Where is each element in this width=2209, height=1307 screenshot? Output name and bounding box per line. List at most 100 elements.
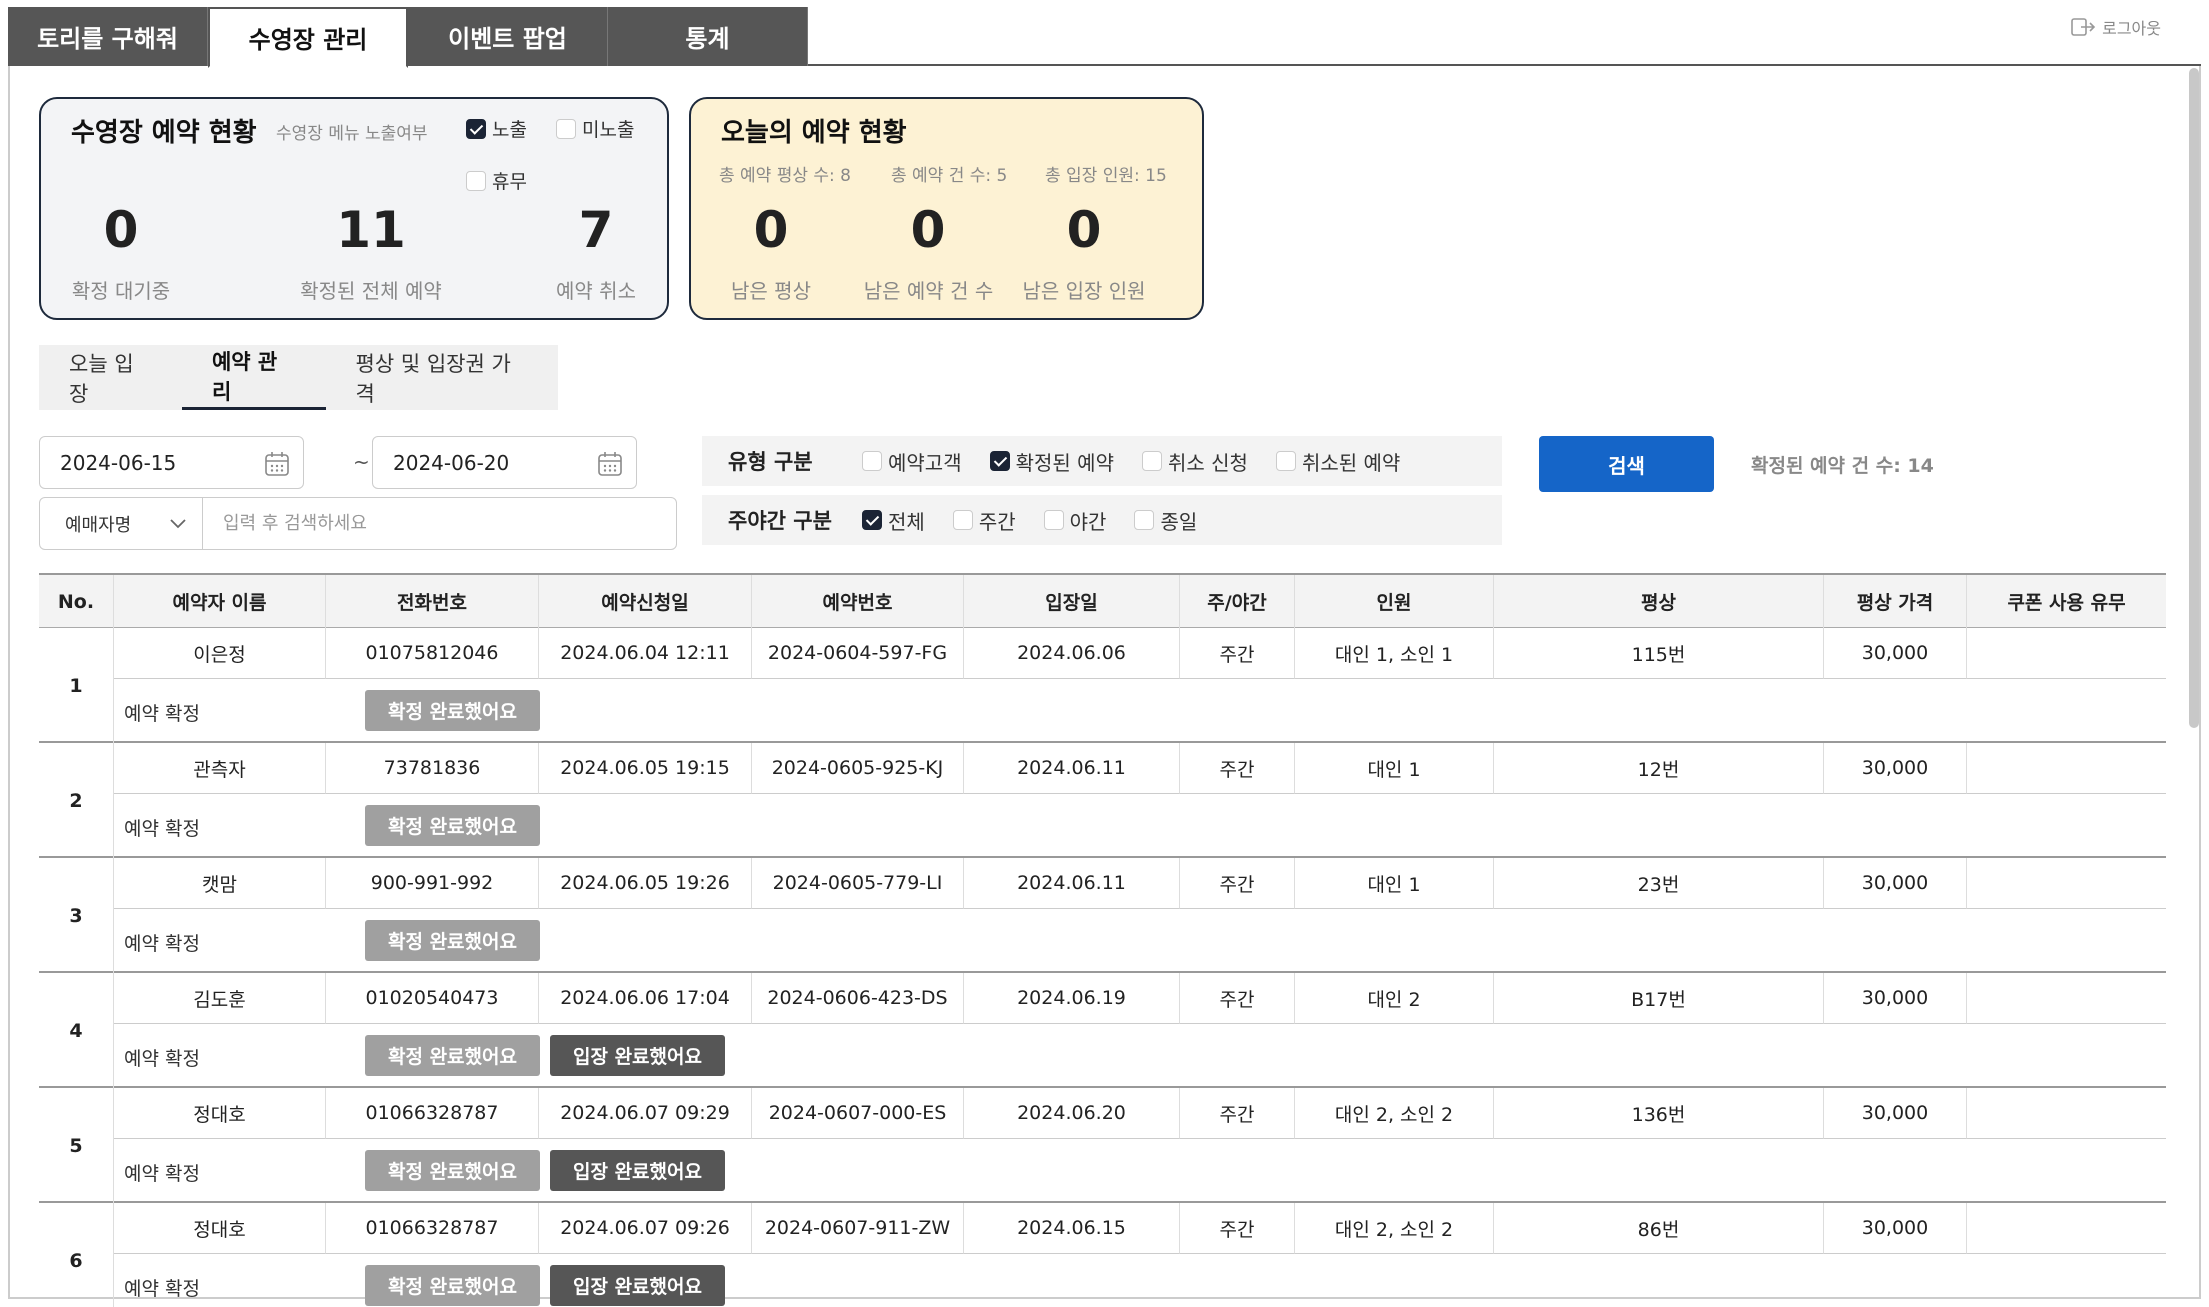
entry-done-button[interactable]: 입장 완료했어요 [550,1265,725,1306]
confirm-done-button[interactable]: 확정 완료했어요 [365,1035,540,1076]
opt-cancel-request[interactable]: 취소 신청 [1141,447,1248,476]
tab-statistics[interactable]: 통계 [608,7,808,66]
cell-no: 5 [39,1088,114,1203]
remaining-seats-value: 0 [753,201,789,259]
opt-cancelled[interactable]: 취소된 예약 [1275,447,1400,476]
total-entries-label: 총 입장 인원: 15 [1045,166,1167,186]
type-filter-row: 유형 구분 예약고객 확정된 예약 취소 신청 취소된 예약 [702,436,1502,486]
opt-closed[interactable]: 휴무 [466,167,527,194]
checkbox-cancelled[interactable] [1275,451,1296,471]
opt-hide[interactable]: 미노출 [556,115,634,142]
cell-price: 30,000 [1824,858,1967,909]
cell-coupon [1967,973,2166,1024]
confirmed-count: 확정된 예약 건 수: 14 [1751,455,1934,477]
confirm-done-button[interactable]: 확정 완료했어요 [365,690,540,731]
cell-date: 2024.06.06 [964,628,1180,679]
action-label: 예약 확정 [124,1163,200,1185]
cell-date: 2024.06.11 [964,743,1180,794]
date-range-separator: ~ [353,450,370,474]
cell-no: 6 [39,1203,114,1307]
checkbox-all[interactable] [862,510,882,530]
cell-resno: 2024-0605-779-LI [752,858,964,909]
calendar-icon[interactable] [596,450,624,478]
table-row: 6 정대호 01066328787 2024.06.07 09:26 2024-0607… [39,1203,2166,1307]
header-coupon: 쿠폰 사용 유무 [2007,592,2126,614]
header-name: 예약자 이름 [114,575,326,628]
opt-night[interactable]: 야간 [1043,506,1106,535]
cell-price: 30,000 [1824,743,1967,794]
cell-seat: 136번 [1494,1088,1824,1139]
tab-tori[interactable]: 토리를 구해줘 [8,7,208,66]
checkbox-customer[interactable] [862,451,882,471]
tab-event-popup[interactable]: 이벤트 팝업 [408,7,608,66]
header-time: 주/야간 [1180,575,1295,628]
cell-seat: B17번 [1494,973,1824,1024]
cell-seat: 23번 [1494,858,1824,909]
time-filter-label: 주야간 구분 [728,509,832,533]
cell-applied: 2024.06.07 09:26 [539,1203,752,1254]
checkbox-night[interactable] [1043,510,1064,530]
cell-no: 2 [39,743,114,858]
tab-pool-management[interactable]: 수영장 관리 [208,7,408,68]
table-row: 4 김도훈 01020540473 2024.06.06 17:04 2024-0606… [39,973,2166,1088]
scrollbar[interactable] [2189,68,2199,728]
calendar-icon[interactable] [263,450,291,478]
confirm-done-button[interactable]: 확정 완료했어요 [365,805,540,846]
tab-reservation-management[interactable]: 예약 관리 [181,345,326,410]
header-people: 인원 [1295,575,1494,628]
confirm-done-button[interactable]: 확정 완료했어요 [365,920,540,961]
opt-day[interactable]: 주간 [952,506,1016,535]
confirm-done-button[interactable]: 확정 완료했어요 [365,1265,540,1306]
checkbox-hide[interactable] [556,118,576,139]
cell-coupon [1967,1203,2166,1254]
opt-confirmed[interactable]: 확정된 예약 [989,447,1114,476]
logout-button[interactable]: 로그아웃 [2070,15,2161,39]
entry-done-button[interactable]: 입장 완료했어요 [550,1150,725,1191]
cell-people: 대인 1 [1295,743,1494,794]
action-label: 예약 확정 [124,703,200,725]
tab-today-entry[interactable]: 오늘 입장 [39,345,182,410]
chevron-down-icon [170,519,186,529]
cell-name: 정대호 [114,1203,326,1254]
checkbox-cancel-request[interactable] [1141,451,1162,471]
cell-phone: 01075812046 [326,628,539,679]
cell-people: 대인 1, 소인 1 [1295,628,1494,679]
date-to-input[interactable]: 2024-06-20 [372,436,637,489]
table-row: 5 정대호 01066328787 2024.06.07 09:29 2024-0607… [39,1088,2166,1203]
checkbox-day[interactable] [952,510,973,530]
row-action-area: 예약 확정 확정 완료했어요 입장 완료했어요 [114,1139,2166,1203]
confirm-done-button[interactable]: 확정 완료했어요 [365,1150,540,1191]
action-label: 예약 확정 [124,1048,200,1070]
search-button[interactable]: 검색 [1539,436,1714,492]
cell-resno: 2024-0607-000-ES [752,1088,964,1139]
cell-resno: 2024-0604-597-FG [752,628,964,679]
cell-date: 2024.06.19 [964,973,1180,1024]
action-label: 예약 확정 [124,818,200,840]
checkbox-closed[interactable] [466,170,486,191]
checkbox-show[interactable] [466,118,486,139]
row-action-area: 예약 확정 확정 완료했어요 [114,909,2166,973]
pool-reservation-card: 수영장 예약 현황 수영장 메뉴 노출여부 노출 미노출 휴무 0 확정 대기중… [39,97,669,320]
row-action-area: 예약 확정 확정 완료했어요 입장 완료했어요 [114,1024,2166,1088]
entry-done-button[interactable]: 입장 완료했어요 [550,1035,725,1076]
checkbox-fullday[interactable] [1134,510,1155,530]
cell-price: 30,000 [1824,973,1967,1024]
search-input[interactable] [202,497,677,550]
cell-coupon [1967,743,2166,794]
opt-customer[interactable]: 예약고객 [862,447,962,476]
cell-seat: 86번 [1494,1203,1824,1254]
tab-seat-price[interactable]: 평상 및 입장권 가격 [326,345,558,410]
cell-people: 대인 2, 소인 2 [1295,1203,1494,1254]
opt-fullday[interactable]: 종일 [1134,506,1197,535]
checkbox-confirmed[interactable] [989,451,1010,471]
opt-all[interactable]: 전체 [862,506,925,535]
search-type-select[interactable]: 예매자명 [39,497,204,550]
cell-time: 주간 [1180,1088,1295,1139]
date-from-input[interactable]: 2024-06-15 [39,436,304,489]
table-row: 1 이은정 01075812046 2024.06.04 12:11 2024-0604… [39,628,2166,743]
cell-people: 대인 2, 소인 2 [1295,1088,1494,1139]
cell-no: 1 [39,628,114,743]
time-filter-row: 주야간 구분 전체 주간 야간 종일 [702,495,1502,545]
opt-show[interactable]: 노출 [466,115,527,142]
remaining-entries-label: 남은 입장 인원 [1022,279,1146,303]
